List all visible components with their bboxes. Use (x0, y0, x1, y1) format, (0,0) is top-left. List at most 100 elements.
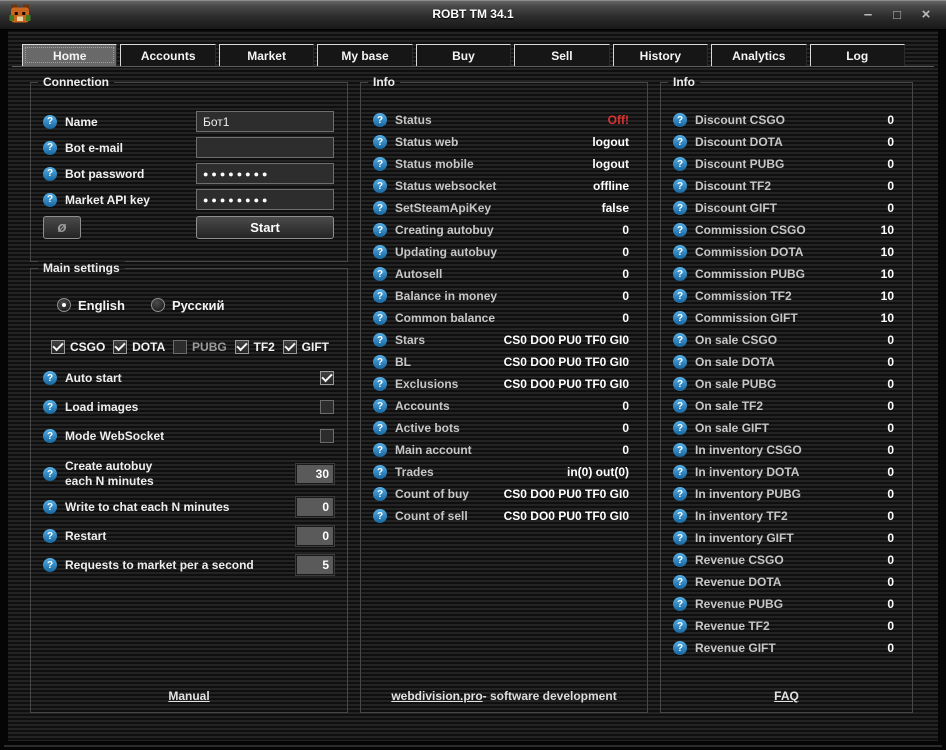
help-icon[interactable]: ? (673, 619, 687, 633)
checkbox-icon[interactable] (113, 340, 127, 354)
tab-home[interactable]: Home (22, 44, 117, 66)
help-icon[interactable]: ? (673, 531, 687, 545)
help-icon[interactable]: ? (43, 167, 57, 181)
help-icon[interactable]: ? (373, 399, 387, 413)
checkbox-icon[interactable] (320, 429, 334, 443)
help-icon[interactable]: ? (43, 141, 57, 155)
help-icon[interactable]: ? (43, 400, 57, 414)
start-button[interactable]: Start (196, 216, 334, 239)
help-icon[interactable]: ? (43, 429, 57, 443)
checkbox-icon[interactable] (235, 340, 249, 354)
close-button[interactable]: × (914, 4, 938, 24)
help-icon[interactable]: ? (673, 421, 687, 435)
help-icon[interactable]: ? (673, 443, 687, 457)
name-input[interactable] (196, 111, 334, 132)
bot-e-mail-input[interactable] (196, 137, 334, 158)
market-api-key-input[interactable] (196, 189, 334, 210)
help-icon[interactable]: ? (673, 399, 687, 413)
help-icon[interactable]: ? (43, 500, 57, 514)
help-icon[interactable]: ? (373, 267, 387, 281)
help-icon[interactable]: ? (43, 467, 57, 481)
tab-history[interactable]: History (613, 44, 708, 66)
help-icon[interactable]: ? (373, 487, 387, 501)
help-icon[interactable]: ? (673, 465, 687, 479)
help-icon[interactable]: ? (43, 529, 57, 543)
help-icon[interactable]: ? (673, 289, 687, 303)
help-icon[interactable]: ? (673, 311, 687, 325)
write-to-chat-each-n-minutes-input[interactable] (296, 497, 334, 517)
help-icon[interactable]: ? (673, 245, 687, 259)
help-icon[interactable]: ? (673, 157, 687, 171)
info-value-commission-csgo: 10 (881, 223, 894, 237)
game-option-csgo[interactable]: CSGO (51, 340, 105, 354)
checkbox-icon[interactable] (51, 340, 65, 354)
requests-to-market-per-a-second-input[interactable] (296, 555, 334, 575)
help-icon[interactable]: ? (373, 465, 387, 479)
checkbox-icon[interactable] (320, 371, 334, 385)
help-icon[interactable]: ? (373, 377, 387, 391)
game-option-dota[interactable]: DOTA (113, 340, 165, 354)
create-autobuy-each-n-minutes-input[interactable] (296, 464, 334, 484)
game-label: DOTA (132, 340, 165, 354)
toggle-password-visibility-button[interactable]: ø (43, 216, 81, 239)
help-icon[interactable]: ? (673, 575, 687, 589)
checkbox-icon[interactable] (173, 340, 187, 354)
game-option-gift[interactable]: GIFT (283, 340, 329, 354)
tab-log[interactable]: Log (810, 44, 905, 66)
info-row-common-balance: ? Common balance 0 (361, 307, 647, 329)
bot-password-input[interactable] (196, 163, 334, 184)
help-icon[interactable]: ? (373, 355, 387, 369)
help-icon[interactable]: ? (373, 421, 387, 435)
help-icon[interactable]: ? (673, 377, 687, 391)
help-icon[interactable]: ? (43, 115, 57, 129)
help-icon[interactable]: ? (373, 201, 387, 215)
minimize-button[interactable]: – (856, 4, 880, 24)
tab-sell[interactable]: Sell (514, 44, 609, 66)
maximize-button[interactable]: □ (885, 4, 909, 24)
help-icon[interactable]: ? (673, 223, 687, 237)
tab-accounts[interactable]: Accounts (120, 44, 215, 66)
help-icon[interactable]: ? (373, 311, 387, 325)
help-icon[interactable]: ? (673, 113, 687, 127)
help-icon[interactable]: ? (373, 443, 387, 457)
checkbox-icon[interactable] (283, 340, 297, 354)
game-option-pubg[interactable]: PUBG (173, 340, 227, 354)
help-icon[interactable]: ? (673, 597, 687, 611)
help-icon[interactable]: ? (43, 558, 57, 572)
radio-icon[interactable] (151, 298, 165, 312)
restart-input[interactable] (296, 526, 334, 546)
radio-icon[interactable] (57, 298, 71, 312)
faq-link[interactable]: FAQ (774, 689, 799, 703)
help-icon[interactable]: ? (43, 371, 57, 385)
language-option-english[interactable]: English (57, 298, 125, 313)
help-icon[interactable]: ? (673, 487, 687, 501)
help-icon[interactable]: ? (673, 135, 687, 149)
language-option-русский[interactable]: Русский (151, 298, 225, 313)
help-icon[interactable]: ? (673, 641, 687, 655)
help-icon[interactable]: ? (373, 179, 387, 193)
game-option-tf2[interactable]: TF2 (235, 340, 275, 354)
checkbox-icon[interactable] (320, 400, 334, 414)
help-icon[interactable]: ? (673, 553, 687, 567)
help-icon[interactable]: ? (373, 289, 387, 303)
tab-analytics[interactable]: Analytics (711, 44, 806, 66)
help-icon[interactable]: ? (673, 333, 687, 347)
tab-market[interactable]: Market (219, 44, 314, 66)
tab-my-base[interactable]: My base (317, 44, 412, 66)
help-icon[interactable]: ? (373, 245, 387, 259)
help-icon[interactable]: ? (373, 509, 387, 523)
help-icon[interactable]: ? (673, 355, 687, 369)
help-icon[interactable]: ? (673, 509, 687, 523)
help-icon[interactable]: ? (43, 193, 57, 207)
tab-buy[interactable]: Buy (416, 44, 511, 66)
help-icon[interactable]: ? (373, 157, 387, 171)
help-icon[interactable]: ? (673, 179, 687, 193)
help-icon[interactable]: ? (673, 267, 687, 281)
help-icon[interactable]: ? (373, 113, 387, 127)
webdivision-link[interactable]: webdivision.pro (391, 689, 482, 703)
help-icon[interactable]: ? (373, 333, 387, 347)
manual-link[interactable]: Manual (168, 689, 209, 703)
help-icon[interactable]: ? (673, 201, 687, 215)
help-icon[interactable]: ? (373, 135, 387, 149)
help-icon[interactable]: ? (373, 223, 387, 237)
